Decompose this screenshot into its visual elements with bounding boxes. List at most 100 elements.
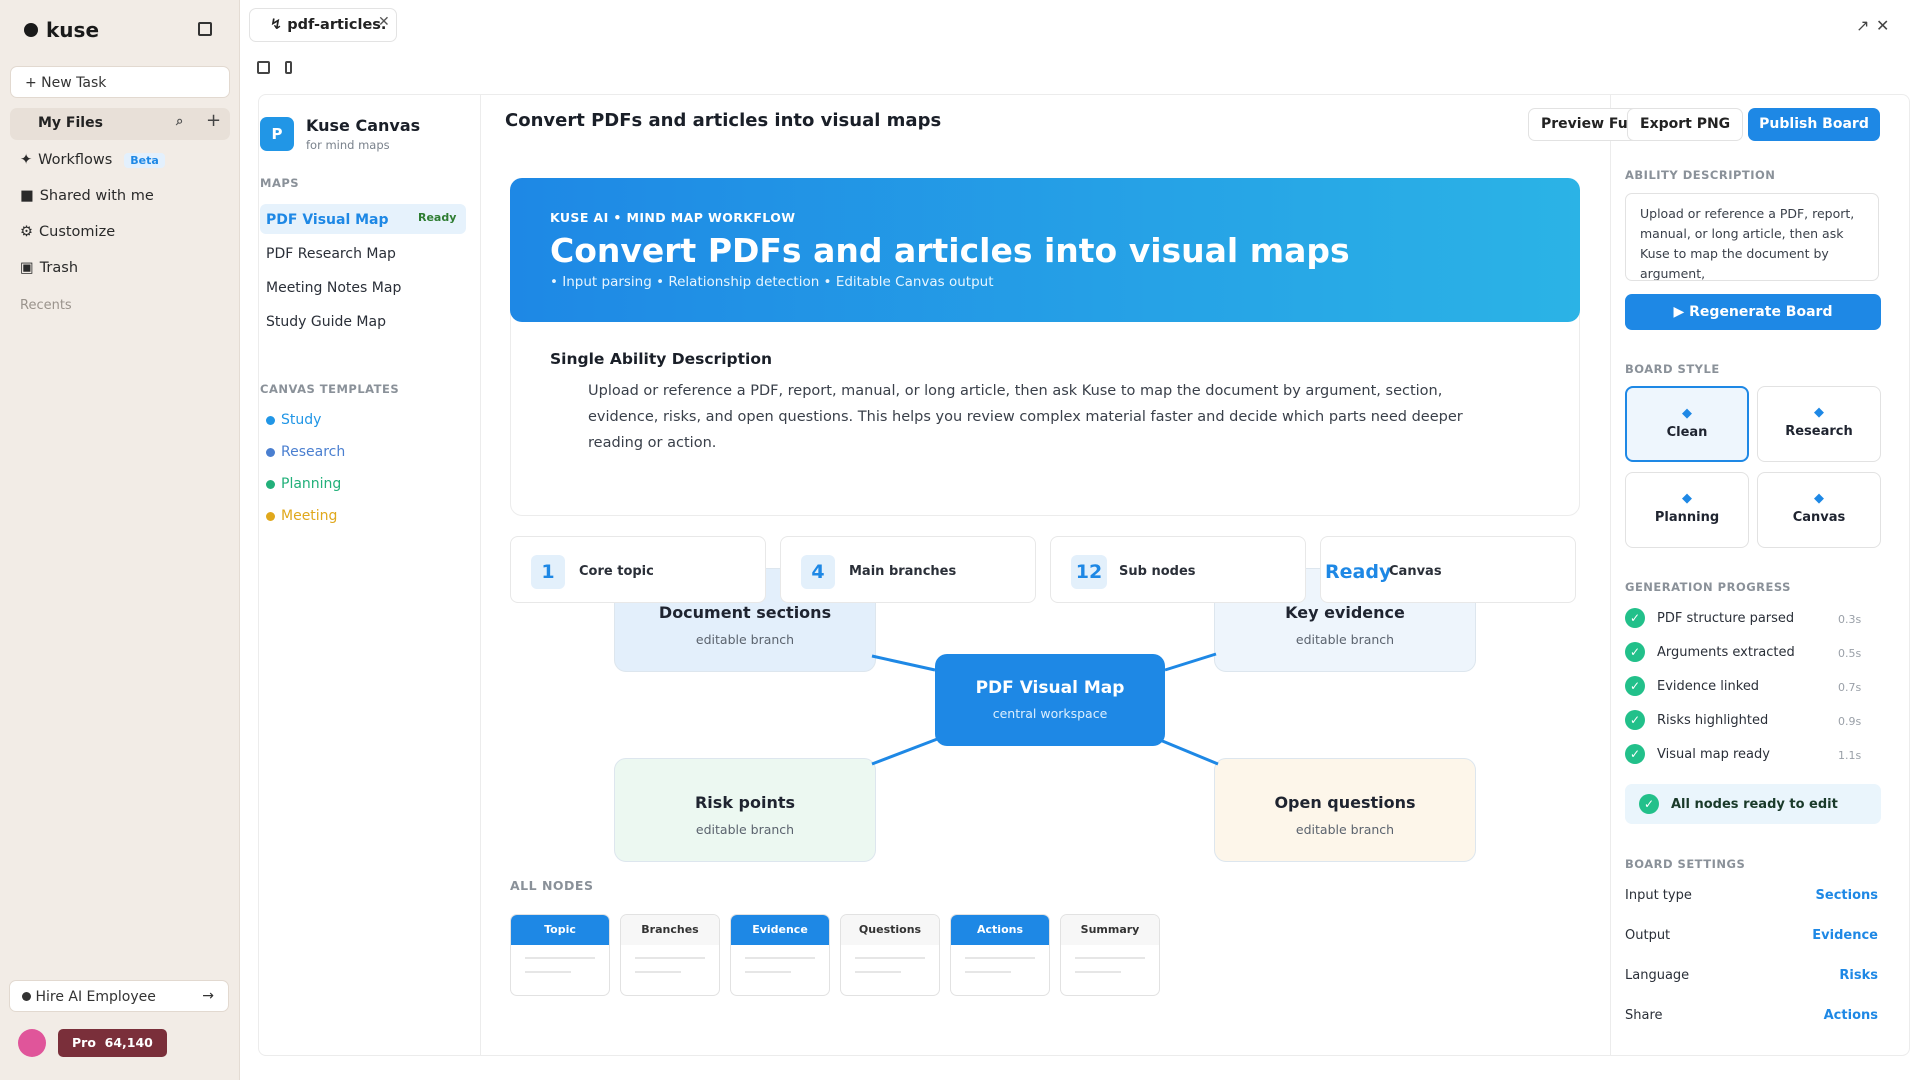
plan-label: Pro	[72, 1035, 96, 1050]
new-task-button[interactable]: + New Task	[10, 66, 230, 98]
publish-board-button[interactable]: Publish Board	[1748, 108, 1880, 141]
my-files-label: My Files	[38, 115, 103, 131]
tab-close-icon[interactable]: ✕	[378, 14, 390, 30]
description-title: Single Ability Description	[550, 350, 773, 368]
trash-icon: ▣	[20, 260, 34, 276]
hero-kicker: KUSE AI • MIND MAP WORKFLOW	[550, 210, 796, 225]
template-label: Study	[281, 412, 322, 428]
stat-value: 4	[801, 555, 835, 589]
template-dot-icon	[266, 479, 275, 489]
setting-label-language: Language	[1625, 968, 1690, 983]
recents-heading: Recents	[20, 298, 72, 313]
sparkle-icon: ✦	[20, 152, 33, 168]
sidebar-item-label: Shared with me	[39, 188, 154, 204]
panel-icon[interactable]	[285, 61, 292, 74]
hire-label: Hire AI Employee	[35, 989, 156, 1005]
map-item-pdf-visual[interactable]: PDF Visual Map	[266, 212, 389, 228]
tab-pdf-articles[interactable]: ↯ pdf-articles.	[249, 8, 397, 42]
my-files-item[interactable]: My Files ⌕ +	[10, 108, 230, 140]
style-option-research[interactable]: ◆ Research	[1757, 386, 1881, 462]
central-node-title: PDF Visual Map	[975, 678, 1125, 698]
board-settings-heading: BOARD SETTINGS	[1625, 857, 1746, 871]
hero-banner: KUSE AI • MIND MAP WORKFLOW Convert PDFs…	[510, 178, 1580, 322]
progress-time: 0.3s	[1838, 613, 1862, 626]
setting-label-output: Output	[1625, 928, 1671, 943]
ability-description-textarea[interactable]: Upload or reference a PDF, report, manua…	[1625, 193, 1879, 281]
branch-sub: editable branch	[695, 822, 795, 837]
map-item-meeting-notes[interactable]: Meeting Notes Map	[266, 280, 401, 296]
progress-label: PDF structure parsed	[1657, 610, 1795, 626]
template-label: Planning	[281, 476, 342, 492]
check-icon: ✓	[1625, 676, 1645, 696]
branch-risk-points[interactable]: Risk points editable branch	[614, 758, 876, 862]
chip-label: Evidence	[731, 915, 829, 945]
node-chip-topic[interactable]: Topic	[510, 914, 610, 996]
diamond-icon: ◆	[1682, 406, 1692, 421]
sidebar-item-workflows[interactable]: ✦ Workflows Beta	[20, 152, 165, 168]
style-option-clean[interactable]: ◆ Clean	[1625, 386, 1749, 462]
search-icon[interactable]: ⌕	[176, 114, 183, 129]
setting-label-input-type: Input type	[1625, 888, 1692, 903]
tab-label: pdf-articles.	[287, 17, 387, 33]
divider	[480, 94, 481, 1056]
style-label: Planning	[1654, 510, 1720, 525]
style-option-canvas[interactable]: ◆ Canvas	[1757, 472, 1881, 548]
style-label: Clean	[1666, 425, 1708, 440]
node-chip-summary[interactable]: Summary	[1060, 914, 1160, 996]
sidebar-item-customize[interactable]: ⚙ Customize	[20, 224, 115, 240]
export-png-button[interactable]: Export PNG	[1627, 108, 1744, 141]
arrow-right-icon: →	[202, 988, 214, 1004]
node-chip-actions[interactable]: Actions	[950, 914, 1050, 996]
sidebar-item-trash[interactable]: ▣ Trash	[20, 260, 78, 276]
diamond-icon: ◆	[1814, 491, 1824, 506]
beta-badge: Beta	[124, 152, 165, 168]
sidebar-toggle-icon[interactable]	[198, 22, 212, 36]
node-chip-questions[interactable]: Questions	[840, 914, 940, 996]
setting-value-output[interactable]: Evidence	[1812, 928, 1878, 943]
template-study[interactable]: Study	[266, 412, 321, 428]
template-research[interactable]: Research	[266, 444, 345, 460]
hire-ai-employee-button[interactable]: Hire AI Employee →	[9, 980, 229, 1012]
hero-title: Convert PDFs and articles into visual ma…	[550, 231, 1350, 270]
template-meeting[interactable]: Meeting	[266, 508, 337, 524]
branch-title: Key evidence	[1285, 603, 1405, 622]
hire-dot-icon	[22, 992, 31, 1001]
progress-step: ✓ Visual map ready	[1625, 744, 1770, 764]
close-icon[interactable]: ✕	[1876, 16, 1889, 35]
sidebar-item-shared[interactable]: ■ Shared with me	[20, 188, 154, 204]
stat-value: 1	[531, 555, 565, 589]
progress-time: 0.9s	[1838, 715, 1862, 728]
canvas-app-sub: for mind maps	[306, 138, 390, 152]
diamond-icon: ◆	[1814, 405, 1824, 420]
chip-label: Summary	[1061, 915, 1159, 945]
setting-value-share[interactable]: Actions	[1824, 1008, 1878, 1023]
style-label: Research	[1785, 424, 1853, 439]
node-chip-branches[interactable]: Branches	[620, 914, 720, 996]
ability-description-heading: ABILITY DESCRIPTION	[1625, 168, 1776, 182]
regenerate-board-button[interactable]: ▶ Regenerate Board	[1625, 294, 1881, 330]
expand-icon[interactable]: ↗	[1856, 16, 1869, 35]
template-planning[interactable]: Planning	[266, 476, 341, 492]
generation-progress-heading: GENERATION PROGRESS	[1625, 580, 1791, 594]
page-title: Convert PDFs and articles into visual ma…	[505, 110, 942, 131]
credits-badge[interactable]: Pro 64,140	[58, 1029, 167, 1057]
map-item-study-guide[interactable]: Study Guide Map	[266, 314, 386, 330]
node-chip-evidence[interactable]: Evidence	[730, 914, 830, 996]
map-item-pdf-research[interactable]: PDF Research Map	[266, 246, 396, 262]
style-option-planning[interactable]: ◆ Planning	[1625, 472, 1749, 548]
progress-step: ✓ Evidence linked	[1625, 676, 1759, 696]
brand-logo[interactable]: kuse	[24, 18, 99, 42]
chip-label: Questions	[841, 915, 939, 945]
progress-label: Risks highlighted	[1657, 712, 1769, 728]
central-node[interactable]: PDF Visual Map central workspace	[935, 654, 1165, 746]
canvas-logo: P	[260, 117, 294, 151]
avatar[interactable]	[18, 1029, 46, 1057]
branch-open-questions[interactable]: Open questions editable branch	[1214, 758, 1476, 862]
layout-icon[interactable]	[257, 61, 270, 74]
hero-subtitle: • Input parsing • Relationship detection…	[550, 274, 994, 290]
branch-sub: editable branch	[695, 632, 795, 647]
setting-value-input-type[interactable]: Sections	[1816, 888, 1878, 903]
stat-core-topic: 1 Core topic	[510, 536, 766, 603]
setting-value-language[interactable]: Risks	[1839, 968, 1878, 983]
add-icon[interactable]: +	[206, 110, 221, 131]
